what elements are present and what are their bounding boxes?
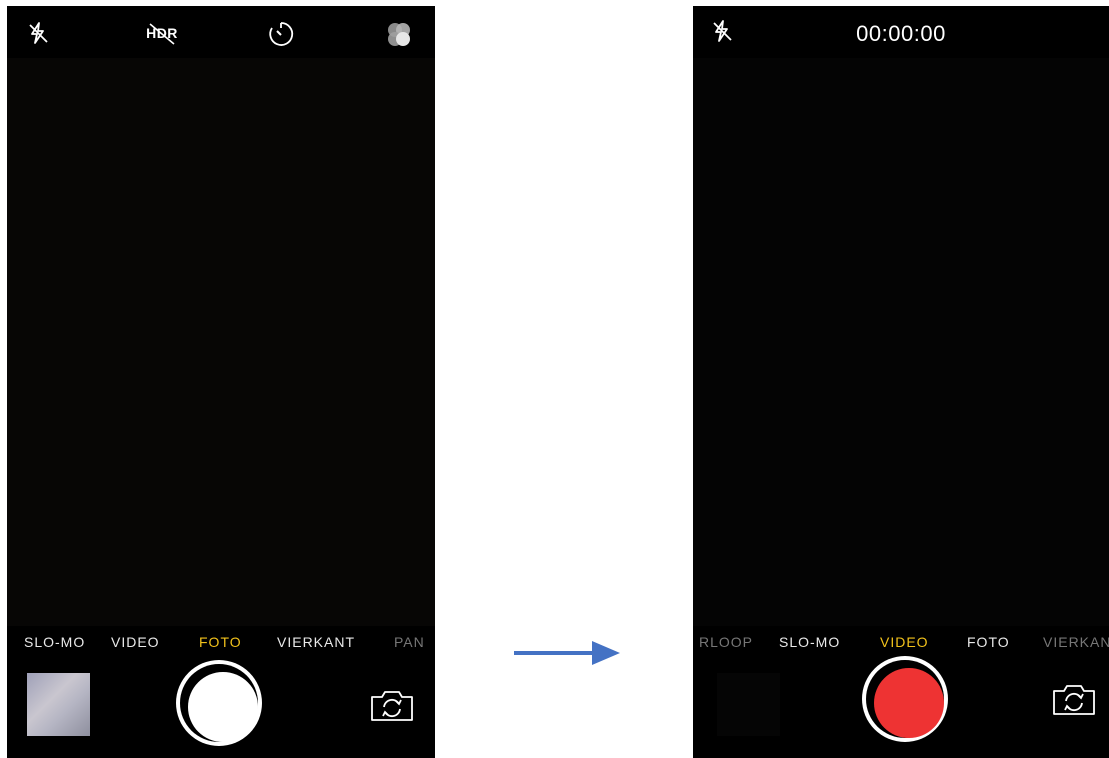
flash-off-icon[interactable] xyxy=(25,20,51,46)
record-ring xyxy=(866,660,944,738)
camera-flip-icon[interactable] xyxy=(1050,683,1098,717)
mode-video[interactable]: VIDEO xyxy=(880,634,929,650)
mode-foto[interactable]: FOTO xyxy=(967,634,1010,650)
shutter-core xyxy=(188,672,258,742)
arrow-right-icon xyxy=(514,640,622,671)
recording-timer: 00:00:00 xyxy=(856,21,946,46)
last-photo-thumbnail[interactable] xyxy=(27,673,90,736)
mode-selector: SLO-MO VIDEO FOTO VIERKANT PAN xyxy=(7,626,435,656)
photo-mode-screen: HDR SLO-MO VIDEO FOTO VIE xyxy=(7,6,435,758)
record-core xyxy=(874,668,944,738)
timer-icon[interactable] xyxy=(267,20,295,48)
mode-selector: RLOOP SLO-MO VIDEO FOTO VIERKAN xyxy=(693,626,1109,656)
mode-pano[interactable]: PAN xyxy=(394,634,425,650)
photo-top-bar: HDR xyxy=(7,6,435,58)
mode-vierkant[interactable]: VIERKANT xyxy=(277,634,355,650)
mode-vierkant[interactable]: VIERKAN xyxy=(1043,634,1109,650)
mode-slo-mo[interactable]: SLO-MO xyxy=(779,634,840,650)
filters-icon[interactable] xyxy=(382,20,416,50)
shutter-ring xyxy=(180,664,258,742)
last-video-thumbnail[interactable] xyxy=(717,673,780,736)
video-bottom-bar: RLOOP SLO-MO VIDEO FOTO VIERKAN xyxy=(693,626,1109,758)
mode-video[interactable]: VIDEO xyxy=(111,634,160,650)
mode-timelapse[interactable]: RLOOP xyxy=(699,634,753,650)
video-mode-screen: 00:00:00 RLOOP SLO-MO VIDEO FOTO VIERKAN xyxy=(693,6,1109,758)
hdr-toggle-button[interactable]: HDR xyxy=(140,22,184,46)
photo-shutter-button[interactable] xyxy=(176,660,262,746)
mode-slo-mo[interactable]: SLO-MO xyxy=(24,634,85,650)
photo-bottom-bar: SLO-MO VIDEO FOTO VIERKANT PAN xyxy=(7,626,435,758)
mode-foto[interactable]: FOTO xyxy=(199,634,242,650)
record-button[interactable] xyxy=(862,656,948,742)
video-top-bar: 00:00:00 xyxy=(693,6,1109,58)
camera-flip-icon[interactable] xyxy=(368,689,416,723)
hdr-off-icon xyxy=(149,23,175,45)
